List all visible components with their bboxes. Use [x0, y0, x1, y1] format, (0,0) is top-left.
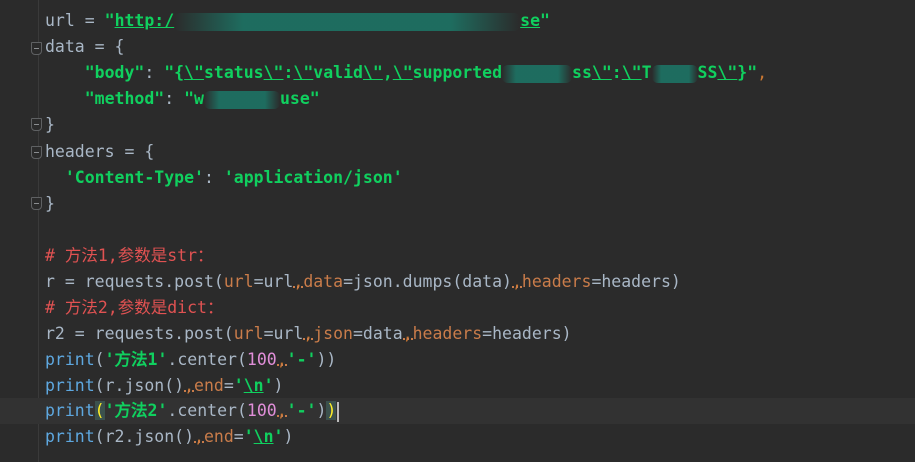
fold-open-icon[interactable]	[31, 146, 42, 159]
code-line-10[interactable]: r = requests.post(url=url,data=json.dump…	[45, 269, 681, 295]
builtin-function: print	[45, 427, 95, 446]
code-line-12[interactable]: r2 = requests.post(url=url,json=data,hea…	[45, 321, 572, 347]
dict-key: "method"	[84, 89, 165, 108]
fold-close-icon[interactable]	[31, 197, 42, 210]
param-name: end	[194, 376, 224, 395]
param-name: data	[303, 272, 344, 291]
comment: # 方法1,参数是str：	[45, 246, 214, 265]
code-line-2[interactable]: data = {	[45, 34, 124, 60]
param-name: headers	[412, 324, 483, 343]
param-name: end	[203, 427, 234, 446]
fold-close-icon[interactable]	[31, 118, 42, 131]
code-line-9[interactable]: # 方法1,参数是str：	[45, 243, 214, 269]
code-line-15[interactable]: print('方法2'.center(100,'-'))	[45, 398, 340, 424]
code-line-5[interactable]: }	[45, 112, 55, 138]
text-cursor	[337, 401, 340, 422]
editor-gutter	[0, 0, 39, 462]
code-line-1[interactable]: url = "http:/se"	[45, 8, 550, 34]
builtin-function: print	[45, 401, 95, 420]
code-line-4[interactable]: "method": "w use"	[45, 86, 320, 112]
code-line-7[interactable]: 'Content-Type': 'application/json'	[45, 165, 403, 191]
param-name: headers	[521, 272, 592, 291]
redacted-blur	[651, 64, 698, 83]
fold-open-icon[interactable]	[31, 42, 42, 55]
code-line-6[interactable]: headers = {	[45, 139, 154, 165]
redacted-blur	[502, 64, 573, 83]
comment: # 方法2,参数是dict：	[45, 298, 224, 317]
code-line-8[interactable]: }	[45, 191, 55, 217]
identifier: url	[45, 11, 75, 30]
param-name: url	[223, 272, 254, 291]
builtin-function: print	[45, 376, 95, 395]
redacted-blur	[174, 12, 521, 31]
code-line-3[interactable]: "body": "{\"status\":\"valid\",\"support…	[45, 60, 767, 86]
bracket-match: (	[94, 401, 105, 420]
code-editor[interactable]: url = "http:/se" data = { "body": "{\"st…	[0, 0, 915, 462]
code-line-14[interactable]: print(r.json(),end='\n')	[45, 373, 283, 399]
dict-key: 'Content-Type'	[64, 168, 204, 187]
builtin-function: print	[45, 350, 95, 369]
param-name: json	[313, 324, 353, 343]
code-line-16[interactable]: print(r2.json(),end='\n')	[45, 424, 293, 450]
dict-key: "body"	[84, 63, 145, 82]
redacted-blur	[203, 90, 280, 109]
code-line-13[interactable]: print('方法1'.center(100,'-'))	[45, 347, 336, 373]
bracket-match: )	[326, 401, 337, 420]
url-link[interactable]: http:/	[115, 11, 175, 30]
code-line-11[interactable]: # 方法2,参数是dict：	[45, 295, 223, 321]
param-name: url	[233, 324, 264, 343]
